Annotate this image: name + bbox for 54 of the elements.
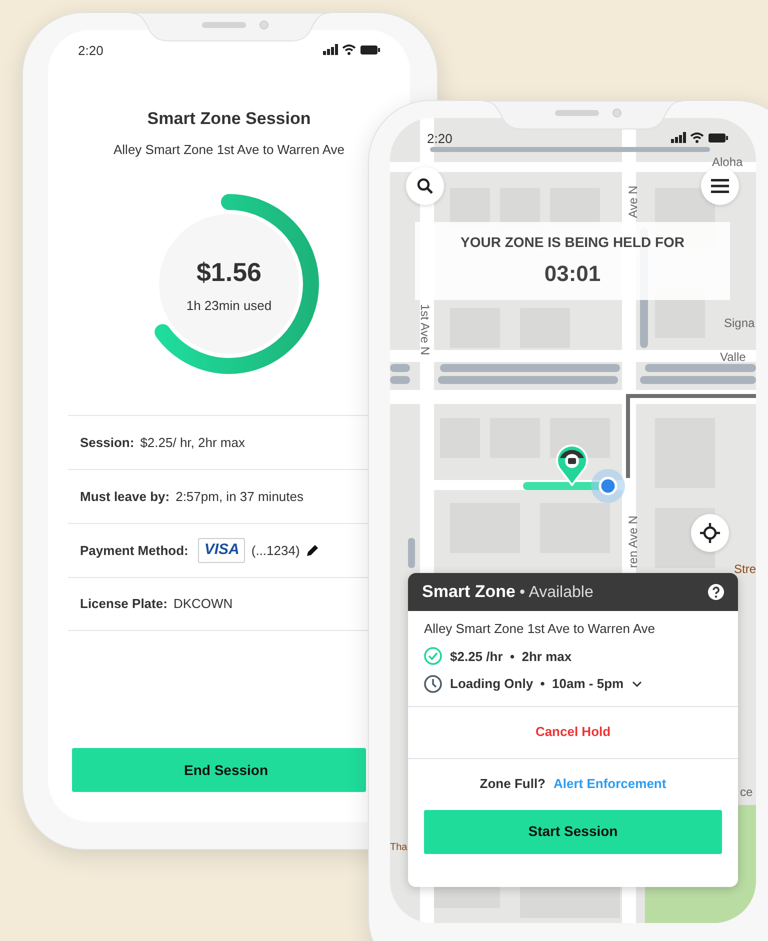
status-time: 2:20 [427, 130, 452, 148]
menu-icon [711, 179, 729, 193]
check-circle-icon [424, 647, 442, 666]
status-time: 2:20 [78, 42, 104, 60]
wifi-icon [690, 132, 704, 143]
detail-label: Payment Method: [80, 542, 188, 560]
zone-title: Smart Zone [422, 581, 516, 603]
time-used: 1h 23min used [186, 296, 272, 315]
map-label: Valle [720, 349, 746, 366]
signal-icon [323, 44, 338, 55]
location-subtitle: Alley Smart Zone 1st Ave to Warren Ave [114, 140, 344, 159]
zone-location: Alley Smart Zone 1st Ave to Warren Ave [424, 620, 656, 638]
location-pin-icon [556, 444, 588, 486]
hold-title: YOUR ZONE IS BEING HELD FOR [460, 233, 684, 252]
detail-value: (...1234) [251, 542, 300, 560]
detail-label: Must leave by: [80, 488, 170, 506]
cancel-hold-button[interactable]: Cancel Hold [529, 721, 617, 743]
card-brand: VISA [198, 538, 246, 563]
screen-title: Smart Zone Session [147, 108, 311, 130]
parking-strip [390, 376, 410, 384]
hold-timer: 03:01 [544, 260, 601, 288]
clock-icon [424, 674, 442, 693]
amount-used: $1.56 [196, 256, 262, 289]
map-label: ren Ave N [625, 516, 641, 568]
building-block [540, 503, 610, 553]
detail-value: 2:57pm, in 37 minutes [176, 488, 304, 506]
current-location-icon [591, 469, 625, 503]
signal-icon [671, 132, 686, 143]
help-icon [708, 584, 724, 600]
crosshair-icon [700, 523, 720, 543]
zone-full-prompt: Zone Full? [480, 775, 546, 794]
help-button[interactable] [708, 584, 724, 600]
detail-value: $2.25/ hr, 2hr max [140, 434, 245, 452]
detail-label: License Plate: [80, 595, 168, 614]
detail-label: Session: [80, 434, 134, 452]
zone-status: • Available [520, 583, 594, 603]
map-label: Stre [734, 561, 756, 578]
parking-strip [390, 364, 410, 372]
zone-feature: $2.25 /hr • 2hr max [450, 648, 572, 666]
map-label: Signa [724, 315, 755, 332]
map-label: ce [740, 784, 753, 801]
map-label: 1st Ave N [417, 304, 433, 356]
map-label: Aloha [712, 154, 743, 171]
battery-icon [360, 45, 380, 55]
detail-value: DKCOWN [173, 595, 233, 614]
battery-icon [708, 133, 728, 143]
search-icon [417, 178, 433, 194]
end-session-button[interactable]: End Session [72, 748, 366, 792]
start-session-button[interactable]: Start Session [424, 810, 722, 854]
parking-strip [408, 538, 415, 568]
wifi-icon [342, 44, 356, 55]
map-label: Tha [390, 841, 408, 855]
zone-feature: Loading Only • 10am - 5pm [450, 675, 624, 693]
map-label: Ave N [625, 186, 641, 218]
